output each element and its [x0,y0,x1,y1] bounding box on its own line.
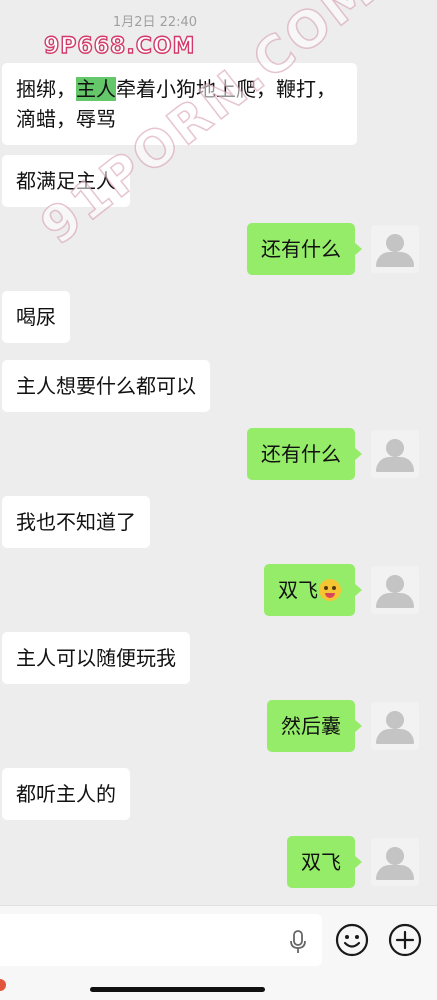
avatar[interactable] [371,566,419,614]
avatar-head-icon [386,439,404,457]
avatar-head-icon [386,711,404,729]
input-bar [0,905,437,1000]
avatar[interactable] [371,430,419,478]
avatar-body-icon [376,865,414,880]
avatar-body-icon [376,729,414,744]
message-text: 主人可以随便玩我 [16,646,176,670]
message-bubble-received[interactable]: 都听主人的 [2,768,130,820]
avatar-body-icon [376,457,414,472]
message-bubble-received[interactable]: 我也不知道了 [2,496,150,548]
message-bubble-sent[interactable]: 双飞 [287,836,362,888]
message-bubble-sent[interactable]: 然后囊 [267,700,362,752]
microphone-icon[interactable] [289,930,307,954]
message-bubble-sent[interactable]: 双飞 [264,564,362,616]
avatar[interactable] [371,838,419,886]
message-bubble-received[interactable]: 主人想要什么都可以 [2,360,210,412]
message-input[interactable] [0,914,322,966]
message-text: 还有什么 [261,442,341,466]
avatar-body-icon [376,593,414,608]
avatar-head-icon [386,575,404,593]
message-text: 还有什么 [261,237,341,261]
message-text: 都满足主人 [16,169,116,193]
message-bubble-sent[interactable]: 还有什么 [247,223,362,275]
home-indicator [90,987,265,992]
watermark-top: 9P668.COM [43,33,196,59]
highlighted-text: 主人 [76,77,116,101]
message-bubble-received[interactable]: 喝尿 [2,291,70,343]
message-text: 喝尿 [16,305,56,329]
message-text: 双飞 [301,850,341,874]
message-text: 然后囊 [281,714,341,738]
avatar-head-icon [386,847,404,865]
message-text: 主人想要什么都可以 [16,374,196,398]
message-text: 双飞 [278,578,318,602]
avatar-body-icon [376,252,414,267]
avatar[interactable] [371,225,419,273]
message-text: 我也不知道了 [16,510,136,534]
message-bubble-received[interactable]: 捆绑，主人牵着小狗地上爬，鞭打，滴蜡，辱骂 [2,63,357,145]
grimacing-face-icon [319,579,341,601]
message-text: 都听主人的 [16,782,116,806]
message-bubble-received[interactable]: 主人可以随便玩我 [2,632,190,684]
message-bubble-received[interactable]: 都满足主人 [2,155,130,207]
message-text-part: 捆绑， [16,77,76,101]
timestamp: 1月2日 22:40 [112,15,198,30]
avatar-head-icon [386,234,404,252]
avatar[interactable] [371,702,419,750]
plus-icon[interactable] [388,923,422,957]
emoji-icon[interactable] [335,923,369,957]
message-bubble-sent[interactable]: 还有什么 [247,428,362,480]
